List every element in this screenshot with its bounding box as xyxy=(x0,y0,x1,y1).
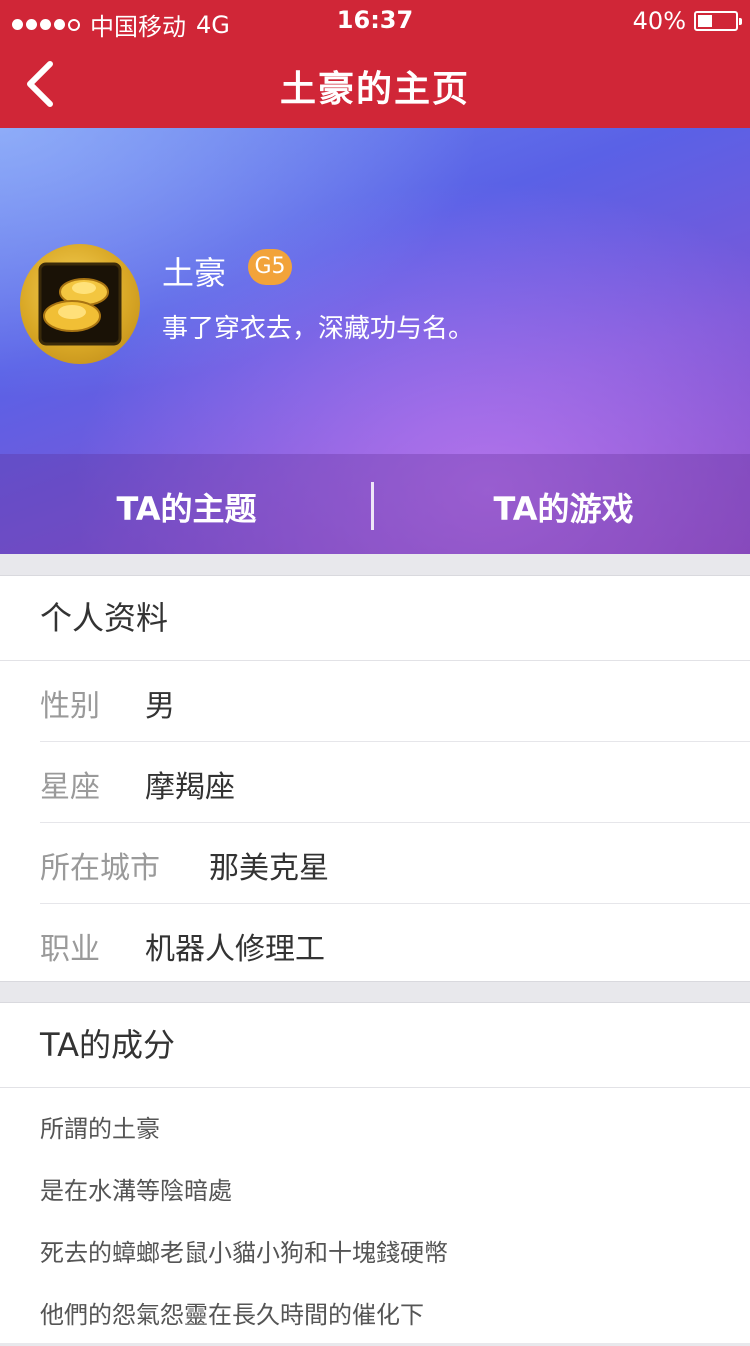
tab-ta-topics[interactable]: TA的主题 xyxy=(0,484,373,530)
page-title: 土豪的主页 xyxy=(279,69,470,110)
info-value: 男 xyxy=(145,689,175,724)
user-signature: 事了穿衣去，深藏功与名。 xyxy=(162,314,475,344)
composition-section: TA的成分 所謂的土豪 是在水溝等陰暗處 死去的蟑螂老鼠小貓小狗和十塊錢硬幣 他… xyxy=(0,1002,750,1343)
text-line: 他們的怨氣怨靈在長久時間的催化下 xyxy=(40,1301,424,1329)
text-line: 死去的蟑螂老鼠小貓小狗和十塊錢硬幣 xyxy=(40,1239,448,1267)
username: 土豪 xyxy=(162,254,227,292)
info-row-occupation: 职业 机器人修理工 xyxy=(40,904,750,984)
tab-ta-games[interactable]: TA的游戏 xyxy=(377,484,750,530)
info-label: 性别 xyxy=(40,689,100,724)
gold-ingot-avatar-icon xyxy=(38,262,122,346)
composition-title: TA的成分 xyxy=(0,1003,750,1088)
status-right: 40% xyxy=(632,7,742,35)
profile-header: 土豪 G5 事了穿衣去，深藏功与名。 TA的主题 TA的游戏 xyxy=(0,128,750,554)
info-value: 机器人修理工 xyxy=(145,932,325,967)
personal-info-section: 个人资料 性别 男 星座 摩羯座 所在城市 那美克星 职业 机器人修理工 xyxy=(0,575,750,982)
info-row-zodiac: 星座 摩羯座 xyxy=(40,742,750,823)
battery-fill xyxy=(698,15,712,27)
text-line: 所謂的土豪 xyxy=(40,1115,160,1143)
info-value: 那美克星 xyxy=(209,851,329,886)
info-label: 星座 xyxy=(40,770,100,805)
personal-info-title: 个人资料 xyxy=(0,576,750,661)
battery-icon xyxy=(694,11,742,31)
nav-bar: 土豪的主页 xyxy=(0,40,750,128)
info-value: 摩羯座 xyxy=(145,770,235,805)
profile-tabs: TA的主题 TA的游戏 xyxy=(0,454,750,554)
avatar[interactable] xyxy=(20,244,140,364)
battery-percent: 40% xyxy=(632,7,686,35)
status-bar: 中国移动 4G 16:37 40% xyxy=(0,0,750,41)
text-line: 是在水溝等陰暗處 xyxy=(40,1177,232,1205)
info-row-gender: 性别 男 xyxy=(40,661,750,742)
info-row-city: 所在城市 那美克星 xyxy=(40,823,750,904)
level-badge: G5 xyxy=(248,249,292,285)
info-label: 职业 xyxy=(40,932,100,967)
composition-text: 所謂的土豪 是在水溝等陰暗處 死去的蟑螂老鼠小貓小狗和十塊錢硬幣 他們的怨氣怨靈… xyxy=(0,1088,750,1346)
tab-divider xyxy=(371,482,374,530)
info-label: 所在城市 xyxy=(40,851,160,886)
